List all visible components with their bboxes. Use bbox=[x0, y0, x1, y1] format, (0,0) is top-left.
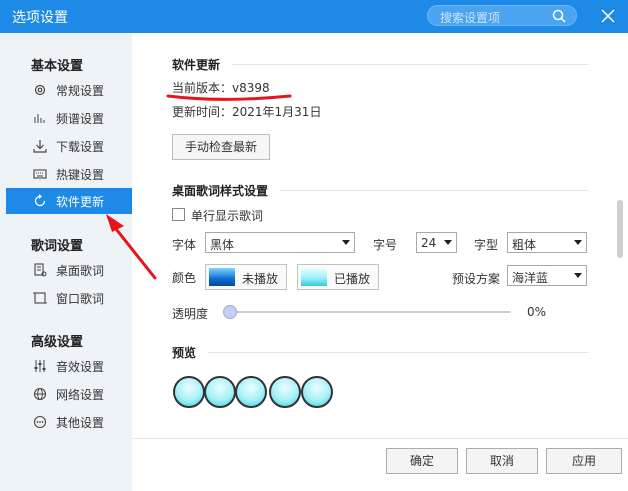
annotation-layer bbox=[106, 94, 292, 280]
annotation-arrow-head bbox=[106, 214, 124, 232]
annotation-arrow-shaft bbox=[110, 222, 157, 280]
annotation-underline bbox=[166, 94, 292, 101]
